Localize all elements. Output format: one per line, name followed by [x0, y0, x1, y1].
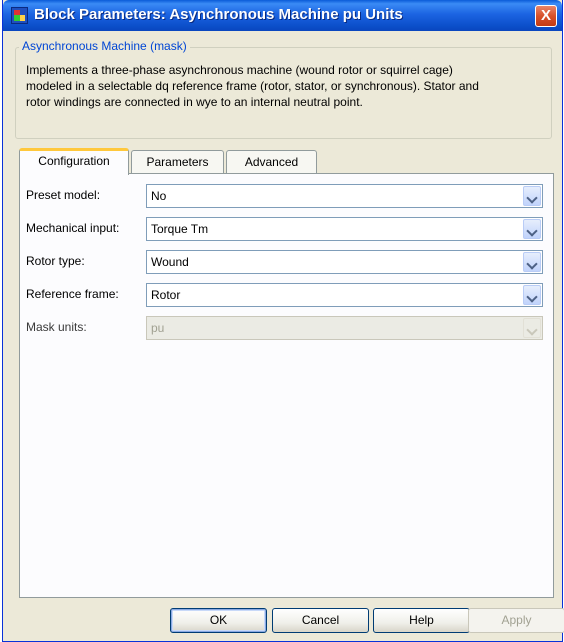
reference-frame-value: Rotor — [151, 288, 181, 302]
rotor-type-row: Rotor type: Wound — [20, 250, 553, 274]
chevron-down-icon — [523, 318, 541, 338]
chevron-down-icon[interactable] — [523, 186, 541, 206]
description-line: rotor windings are connected in wye to a… — [26, 95, 363, 109]
ok-button[interactable]: OK — [170, 608, 267, 633]
window-title: Block Parameters: Asynchronous Machine p… — [34, 6, 403, 23]
close-icon: X — [540, 7, 551, 24]
configuration-panel: Preset model: No Mechanical input: Torqu… — [19, 173, 554, 598]
rotor-type-select[interactable]: Wound — [146, 250, 543, 274]
mask-description-group: Asynchronous Machine (mask) Implements a… — [15, 39, 552, 139]
mechanical-input-row: Mechanical input: Torque Tm — [20, 217, 553, 241]
mask-description: Implements a three-phase asynchronous ma… — [26, 62, 541, 110]
tab-parameters[interactable]: Parameters — [131, 150, 224, 174]
chevron-down-icon[interactable] — [523, 285, 541, 305]
description-line: Implements a three-phase asynchronous ma… — [26, 63, 453, 77]
chevron-down-icon[interactable] — [523, 219, 541, 239]
title-bar[interactable]: Block Parameters: Asynchronous Machine p… — [3, 0, 562, 31]
reference-frame-label: Reference frame: — [26, 287, 119, 301]
rotor-type-value: Wound — [151, 255, 189, 269]
chevron-down-icon[interactable] — [523, 252, 541, 272]
mask-units-value: pu — [151, 321, 165, 335]
preset-model-row: Preset model: No — [20, 184, 553, 208]
block-parameters-dialog: Block Parameters: Asynchronous Machine p… — [2, 0, 564, 642]
tab-advanced[interactable]: Advanced — [226, 150, 317, 174]
rotor-type-label: Rotor type: — [26, 254, 85, 268]
mask-units-row: Mask units: pu — [20, 316, 553, 340]
mask-group-legend: Asynchronous Machine (mask) — [19, 39, 190, 53]
mechanical-input-label: Mechanical input: — [26, 221, 120, 235]
mask-units-select: pu — [146, 316, 543, 340]
preset-model-select[interactable]: No — [146, 184, 543, 208]
description-line: modeled in a selectable dq reference fra… — [26, 79, 479, 93]
mechanical-input-value: Torque Tm — [151, 222, 209, 236]
preset-model-value: No — [151, 189, 167, 203]
mechanical-input-select[interactable]: Torque Tm — [146, 217, 543, 241]
help-button[interactable]: Help — [373, 608, 470, 633]
simulink-block-icon — [11, 7, 28, 24]
reference-frame-select[interactable]: Rotor — [146, 283, 543, 307]
reference-frame-row: Reference frame: Rotor — [20, 283, 553, 307]
apply-button: Apply — [468, 608, 564, 633]
close-button[interactable]: X — [535, 5, 557, 27]
preset-model-label: Preset model: — [26, 188, 101, 202]
tab-configuration[interactable]: Configuration — [19, 148, 129, 175]
cancel-button[interactable]: Cancel — [272, 608, 369, 633]
mask-units-label: Mask units: — [26, 320, 87, 334]
